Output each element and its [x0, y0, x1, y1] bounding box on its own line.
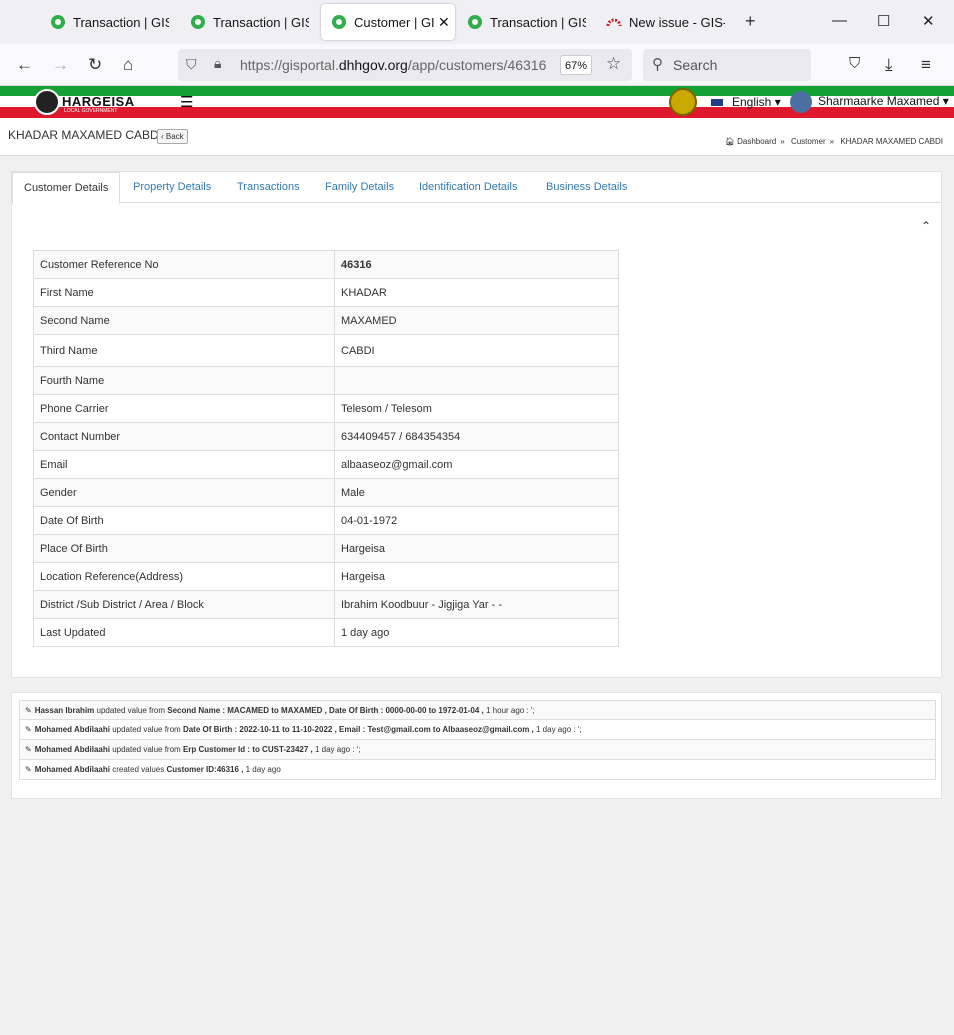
forward-arrow-icon[interactable]: → [52, 55, 69, 75]
list-item: ✎ Mohamed Abdilaahi updated value from Da… [19, 720, 936, 740]
list-item: ✎ Mohamed Abdilaahi created values Custom… [19, 760, 936, 780]
table-row: Third Name CABDI [33, 334, 619, 367]
back-button[interactable]: ‹ Back [157, 129, 188, 144]
gis-favicon-icon [50, 14, 66, 30]
menu-icon[interactable]: ≡ [921, 55, 931, 75]
browser-tab-1[interactable]: Transaction | GIS P [40, 4, 175, 40]
gitlab-favicon-icon [606, 14, 622, 30]
customer-card: Customer Details Property Details Transa… [11, 171, 942, 678]
hamburger-menu-icon[interactable]: ☰ [180, 93, 193, 111]
dashboard-home-icon: 🏠︎ [724, 137, 735, 146]
url-text[interactable]: https://gisportal.dhhgov.org/app/custome… [240, 57, 546, 73]
url-bar[interactable]: ⛉ 🔒︎ https://gisportal.dhhgov.org/app/cu… [178, 49, 632, 81]
download-icon[interactable]: ⤓ [885, 55, 893, 75]
lock-icon[interactable]: 🔒︎ [214, 55, 221, 72]
minimize-icon[interactable]: — [832, 12, 847, 29]
new-tab-icon[interactable]: + [745, 11, 756, 32]
government-seal-icon [669, 88, 697, 116]
detail-tabs: Customer Details Property Details Transa… [12, 172, 941, 204]
table-row: First Name KHADAR [33, 278, 619, 307]
browser-tab-5[interactable]: New issue - GIS-H [596, 4, 731, 40]
language-dropdown[interactable]: English ▾ [710, 95, 781, 109]
table-row: Phone Carrier Telesom / Telesom [33, 394, 619, 423]
tab-customer-details[interactable]: Customer Details [12, 172, 121, 204]
breadcrumb-dashboard[interactable]: Dashboard [737, 137, 776, 146]
maximize-icon[interactable]: ☐ [877, 12, 890, 30]
tab-transactions[interactable]: Transactions [237, 172, 300, 203]
browser-tab-4[interactable]: Transaction | GIS P [457, 4, 592, 40]
edit-icon: ✎ [25, 765, 32, 774]
app-header: HARGEISA LOCAL GOVERNMENT ☰ English ▾ Sh… [0, 86, 954, 118]
gis-favicon-icon [190, 14, 206, 30]
table-row: Fourth Name [33, 366, 619, 395]
uk-flag-icon [710, 98, 724, 108]
avatar [790, 91, 812, 113]
activity-list: ✎ Hassan Ibrahim updated value from Secon… [19, 700, 936, 780]
edit-icon: ✎ [25, 706, 32, 715]
hargeisa-logo-icon[interactable] [34, 89, 60, 115]
list-item: ✎ Mohamed Abdilaahi updated value from Er… [19, 740, 936, 760]
browser-nav-bar: ← → ↻ ⌂ ⛉ 🔒︎ https://gisportal.dhhgov.or… [0, 44, 954, 86]
reload-icon[interactable]: ↻ [88, 55, 102, 75]
breadcrumb-current: KHADAR MAXAMED CABDI [840, 137, 943, 146]
logo-subtext: LOCAL GOVERNMENT [64, 108, 118, 114]
table-row: Location Reference(Address) Hargeisa [33, 562, 619, 591]
table-row: Customer Reference No 46316 [33, 250, 619, 279]
tab-identification-details[interactable]: Identification Details [419, 172, 517, 203]
customer-info-table: Customer Reference No 46316 First Name KHA… [33, 250, 619, 647]
tab-property-details[interactable]: Property Details [133, 172, 211, 203]
zoom-level-badge[interactable]: 67% [560, 55, 592, 75]
table-row: Place Of Birth Hargeisa [33, 534, 619, 563]
tracking-shield-icon[interactable]: ⛉ [186, 56, 197, 73]
user-menu[interactable]: Sharmaarke Maxamed ▾ [790, 91, 949, 113]
table-row: District /Sub District / Area / Block Ibr… [33, 590, 619, 619]
browser-tab-bar: Transaction | GIS P Transaction | GIS P … [0, 0, 954, 44]
browser-tab-2[interactable]: Transaction | GIS P [180, 4, 315, 40]
search-icon: ⚲ [652, 56, 663, 73]
browser-search-input[interactable]: ⚲ Search [643, 49, 811, 81]
close-window-icon[interactable]: ✕ [922, 12, 935, 30]
edit-icon: ✎ [25, 725, 32, 734]
table-row: Email albaaseoz@gmail.com [33, 450, 619, 479]
logo-text[interactable]: HARGEISA [62, 94, 135, 109]
table-row: Contact Number 634409457 / 684354354 [33, 422, 619, 451]
bookmark-star-icon[interactable]: ☆ [606, 54, 621, 74]
table-row: Last Updated 1 day ago [33, 618, 619, 647]
table-row: Second Name MAXAMED [33, 306, 619, 335]
breadcrumb-customer[interactable]: Customer [791, 137, 826, 146]
activity-log-card: ✎ Hassan Ibrahim updated value from Secon… [11, 692, 942, 799]
list-item: ✎ Hassan Ibrahim updated value from Secon… [19, 700, 936, 720]
browser-tab-3-active[interactable]: Customer | GIS ✕ [321, 4, 455, 40]
table-row: Date Of Birth 04-01-1972 [33, 506, 619, 535]
collapse-chevron-up-icon[interactable]: ⌃ [921, 219, 931, 233]
breadcrumb: 🏠︎ Dashboard» Customer» KHADAR MAXAMED C… [724, 137, 943, 146]
close-tab-icon[interactable]: ✕ [438, 14, 450, 31]
gis-favicon-icon [331, 14, 347, 30]
pocket-icon[interactable]: ⛉ [849, 55, 860, 72]
home-icon[interactable]: ⌂ [123, 55, 133, 75]
page-title: KHADAR MAXAMED CABDI [8, 128, 163, 142]
tab-business-details[interactable]: Business Details [546, 172, 627, 203]
gis-favicon-icon [467, 14, 483, 30]
edit-icon: ✎ [25, 745, 32, 754]
back-arrow-icon[interactable]: ← [16, 55, 33, 75]
table-row: Gender Male [33, 478, 619, 507]
page-header: KHADAR MAXAMED CABDI ‹ Back 🏠︎ Dashboard… [0, 118, 954, 156]
tab-family-details[interactable]: Family Details [325, 172, 394, 203]
